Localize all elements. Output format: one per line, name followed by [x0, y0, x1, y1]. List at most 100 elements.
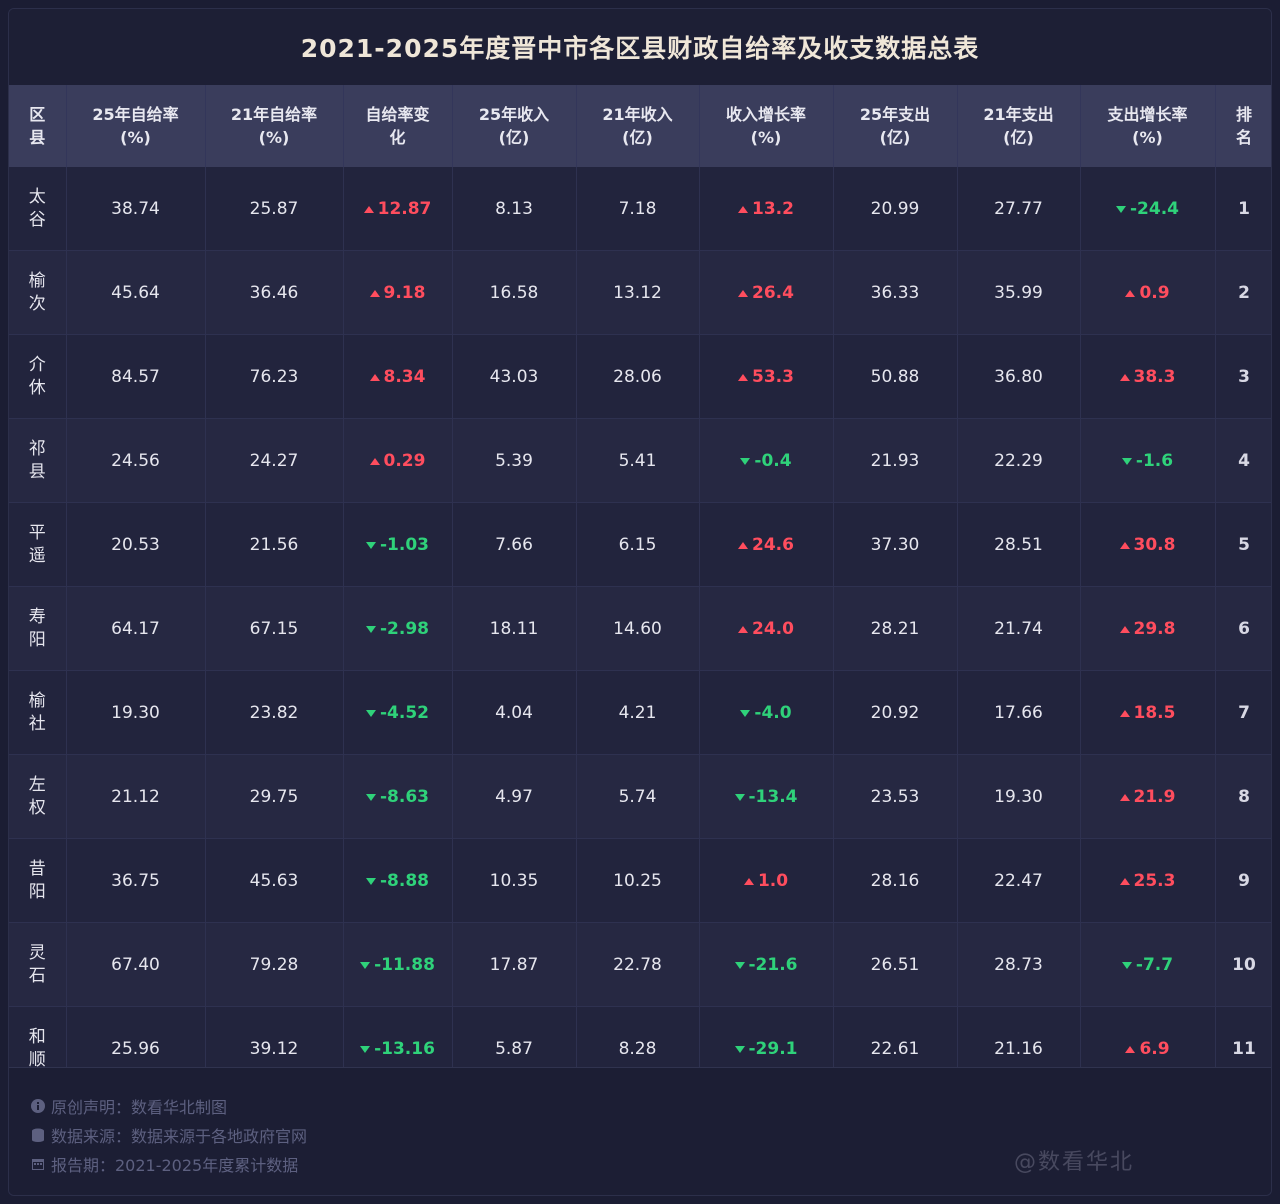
footer: 原创声明：数看华北制图 数据来源：数据来源于各地政府官网 报告期：2021-20… — [9, 1067, 1271, 1195]
expense-21-cell: 35.99 — [957, 250, 1081, 335]
income-21-cell: 14.60 — [576, 586, 700, 671]
change-indicator: -29.1 — [734, 1039, 798, 1059]
income-growth-cell: 24.0 — [699, 586, 834, 671]
database-icon — [32, 1128, 44, 1142]
district-char: 昔 — [28, 858, 46, 879]
column-header-line: 25年收入 — [478, 105, 550, 124]
rank-cell: 7 — [1215, 670, 1271, 755]
change-value: -13.4 — [748, 787, 798, 808]
expense-25-cell: 28.16 — [833, 838, 958, 923]
income-21-cell: 22.78 — [576, 922, 700, 1007]
triangle-down-icon — [740, 709, 751, 717]
change-value: -2.98 — [380, 619, 429, 640]
change-value: -7.7 — [1135, 955, 1174, 976]
district-char: 和 — [28, 1026, 46, 1047]
district-char: 介 — [28, 354, 46, 375]
triangle-down-icon — [366, 877, 376, 885]
table-row: 灵石 67.40 79.28 -11.88 17.87 22.78 -21.6 26.51 28… — [9, 922, 1271, 1007]
district-cell: 祁县 — [9, 418, 67, 503]
change-value: 13.2 — [752, 199, 794, 220]
triangle-up-icon — [743, 877, 754, 885]
district-char: 平 — [28, 522, 46, 543]
change-value: 18.5 — [1133, 703, 1176, 724]
expense-growth-cell: -7.7 — [1080, 922, 1216, 1007]
change-indicator: 9.18 — [369, 283, 425, 303]
change-value: -8.63 — [380, 787, 429, 808]
rate-21-cell: 23.82 — [205, 670, 344, 755]
rate-21-cell: 76.23 — [205, 334, 344, 419]
expense-25-cell: 20.92 — [833, 670, 958, 755]
district-char: 谷 — [28, 209, 46, 230]
change-indicator: 24.6 — [738, 535, 794, 555]
triangle-up-icon — [369, 373, 380, 381]
column-header: 21年支出 (亿) — [957, 85, 1081, 167]
expense-25-cell: 36.33 — [833, 250, 958, 335]
triangle-down-icon — [734, 1045, 745, 1053]
change-indicator: -21.6 — [734, 955, 798, 975]
district-char: 遥 — [28, 545, 46, 566]
rank-cell: 3 — [1215, 334, 1271, 419]
data-table: 区县 25年自给率 (%) 21年自给率 (%) 自给率变化 25年收入 (亿) 21年收入 (亿… — [9, 85, 1271, 1091]
income-25-cell: 43.03 — [452, 334, 577, 419]
income-25-cell: 18.11 — [452, 586, 577, 671]
change-value: 24.0 — [752, 619, 794, 640]
table-row: 平遥 20.53 21.56 -1.03 7.66 6.15 24.6 37.30 28.51 3… — [9, 502, 1271, 587]
table-body: 太谷 38.74 25.87 12.87 8.13 7.18 13.2 20.99 27.77-… — [9, 167, 1271, 1091]
change-value: -1.6 — [1135, 451, 1174, 472]
change-indicator: -1.6 — [1121, 451, 1174, 472]
rate-25-cell: 64.17 — [66, 586, 206, 671]
rate-21-cell: 25.87 — [205, 167, 344, 251]
column-header-line: 排 — [1235, 105, 1252, 124]
district-cell: 左权 — [9, 754, 67, 839]
rate-21-cell: 45.63 — [205, 838, 344, 923]
change-value: -8.88 — [380, 871, 429, 892]
rate-25-cell: 38.74 — [66, 167, 206, 251]
district-char: 榆 — [28, 270, 46, 291]
rank-cell: 8 — [1215, 754, 1271, 839]
triangle-up-icon — [1119, 373, 1130, 381]
change-indicator: -4.0 — [740, 703, 792, 723]
income-21-cell: 7.18 — [576, 167, 700, 251]
change-indicator: -11.88 — [360, 955, 435, 975]
footer-note-text: 报告期：2021-2025年度累计数据 — [51, 1156, 299, 1175]
district-char: 榆 — [28, 690, 46, 711]
change-value: -0.4 — [754, 451, 792, 472]
footer-note-period: 报告期：2021-2025年度累计数据 — [31, 1152, 298, 1176]
income-21-cell: 5.74 — [576, 754, 700, 839]
rate-change-cell: -4.52 — [343, 670, 453, 755]
change-value: 12.87 — [377, 199, 432, 220]
rate-25-cell: 21.12 — [66, 754, 206, 839]
change-value: -1.03 — [380, 535, 429, 556]
triangle-down-icon — [1121, 457, 1132, 465]
income-21-cell: 10.25 — [576, 838, 700, 923]
rate-21-cell: 29.75 — [205, 754, 344, 839]
triangle-down-icon — [360, 1045, 371, 1053]
change-indicator: -0.4 — [740, 451, 792, 472]
change-indicator: 13.2 — [738, 199, 794, 219]
rate-21-cell: 79.28 — [205, 922, 344, 1007]
column-header-line: 收入增长率 — [725, 105, 806, 124]
district-char: 县 — [28, 461, 46, 482]
district-char: 休 — [28, 377, 46, 398]
change-value: 0.9 — [1139, 283, 1170, 304]
income-25-cell: 5.39 — [452, 418, 577, 503]
rate-change-cell: 9.18 — [343, 250, 453, 335]
table-row: 介休 84.57 76.23 8.34 43.03 28.06 53.3 50.88 36.80… — [9, 334, 1271, 419]
change-indicator: -13.4 — [734, 787, 798, 808]
district-char: 太 — [28, 186, 46, 207]
triangle-down-icon — [1116, 205, 1126, 213]
footer-note-text: 数据来源：数据来源于各地政府官网 — [51, 1127, 308, 1146]
income-25-cell: 17.87 — [452, 922, 577, 1007]
income-21-cell: 5.41 — [576, 418, 700, 503]
table-row: 榆次 45.64 36.46 9.18 16.58 13.12 26.4 36.33 35.99… — [9, 250, 1271, 335]
district-char: 左 — [28, 774, 46, 795]
expense-21-cell: 27.77 — [957, 167, 1081, 251]
triangle-up-icon — [369, 457, 380, 465]
column-header-line: (%) — [120, 128, 151, 147]
district-cell: 太谷 — [9, 167, 67, 251]
change-value: 1.0 — [757, 871, 789, 892]
column-header-line: (亿) — [1003, 128, 1034, 147]
expense-growth-cell: 30.8 — [1080, 502, 1216, 587]
triangle-up-icon — [1119, 541, 1130, 549]
rate-25-cell: 19.30 — [66, 670, 206, 755]
